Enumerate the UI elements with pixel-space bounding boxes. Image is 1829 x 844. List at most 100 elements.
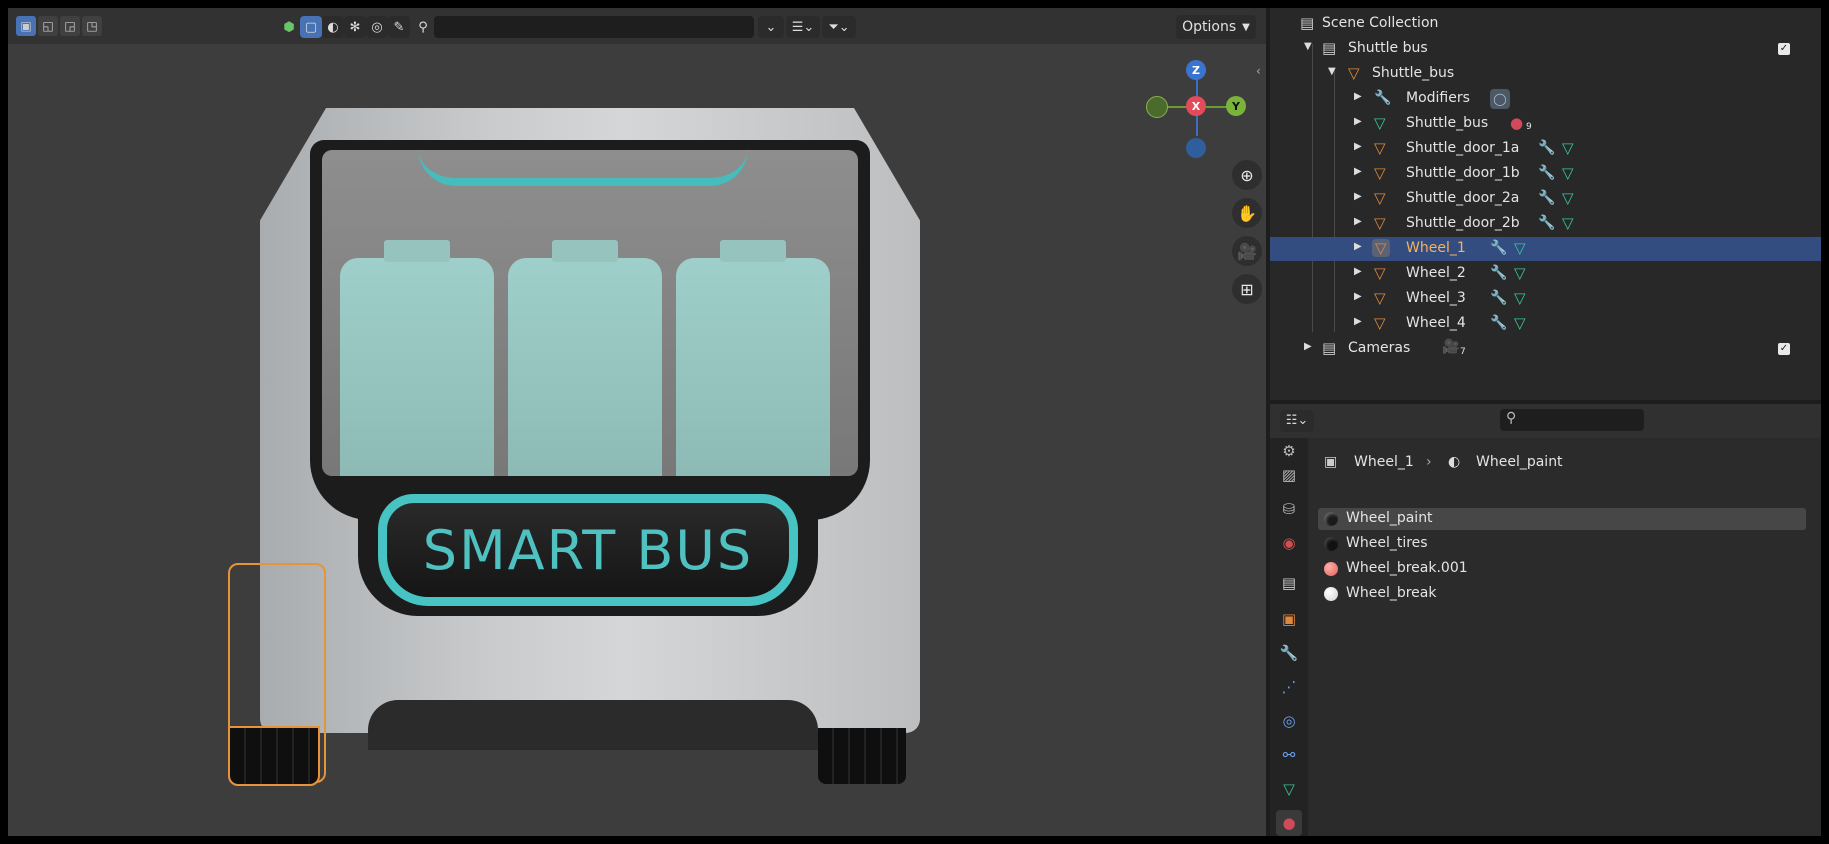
row-label: Wheel_2	[1406, 265, 1466, 281]
gizmo-neg-y-axis[interactable]	[1146, 96, 1168, 118]
expand-triangle-icon[interactable]: ▶	[1354, 291, 1362, 302]
breadcrumb-material: Wheel_paint	[1476, 454, 1563, 470]
modifier-icon[interactable]: ◯	[1490, 89, 1510, 109]
data-tab-icon[interactable]: ▽	[1276, 776, 1302, 802]
material-slot[interactable]: Wheel_break	[1318, 583, 1806, 605]
gizmo-y-axis[interactable]: Y	[1226, 96, 1246, 116]
row-label: Wheel_4	[1406, 315, 1466, 331]
outliner-row-door-1b[interactable]: ▶ ▽ Shuttle_door_1b 🔧 ▽ 👁	[1270, 162, 1821, 186]
properties-search[interactable]: ⚲	[1500, 409, 1644, 431]
outliner-row-modifiers[interactable]: ▶ 🔧 Modifiers ◯	[1270, 87, 1821, 111]
wrench-icon: 🔧	[1538, 165, 1556, 181]
options-label: Options	[1182, 19, 1237, 35]
material-slot[interactable]: Wheel_paint	[1318, 508, 1806, 530]
search-input-wrap[interactable]	[434, 16, 754, 39]
material-preview-icon	[1324, 537, 1338, 551]
material-label: Wheel_tires	[1346, 535, 1428, 551]
select-intersect-icon[interactable]: ◳	[82, 16, 102, 36]
output-tab-icon[interactable]: ⛁	[1276, 496, 1302, 522]
gizmo-x-axis[interactable]: X	[1186, 96, 1206, 116]
world-tab-icon[interactable]: ◉	[1276, 530, 1302, 556]
wrench-icon: 🔧	[1490, 240, 1508, 256]
expand-triangle-icon[interactable]: ▶	[1354, 216, 1362, 227]
collection-checkbox[interactable]: ✓	[1778, 43, 1790, 55]
expand-triangle-icon[interactable]: ▶	[1354, 141, 1362, 152]
filter-icon[interactable]: ⏷⌄	[822, 16, 856, 38]
outliner-row-wheel-2[interactable]: ▶ ▽ Wheel_2 🔧 ▽ 👁	[1270, 262, 1821, 286]
expand-triangle-icon[interactable]: ▼	[1304, 41, 1312, 52]
3d-viewport[interactable]: ▣ ◱ ◲ ◳ ⬢ ▢ ◐ ✻ ◎ ✎ ⚲ ⌄ ☰⌄ ⏷⌄ Options ▼	[8, 8, 1266, 836]
modifier-tab-icon[interactable]: 🔧	[1276, 640, 1302, 666]
material-slot[interactable]: Wheel_tires	[1318, 533, 1806, 555]
collection-checkbox[interactable]: ✓	[1778, 343, 1790, 355]
pan-hand-icon[interactable]: ✋	[1232, 198, 1262, 228]
expand-triangle-icon[interactable]: ▶	[1354, 241, 1362, 252]
shading-material-icon[interactable]: ◐	[322, 16, 344, 38]
outliner-row-door-1a[interactable]: ▶ ▽ Shuttle_door_1a 🔧 ▽ 👁	[1270, 137, 1821, 161]
row-label: Shuttle_door_1a	[1406, 140, 1520, 156]
filter-toggle-icon[interactable]: ⌄	[758, 16, 784, 38]
search-input[interactable]	[434, 16, 754, 39]
object-type-icon[interactable]: ⬢	[278, 16, 300, 38]
brush-icon[interactable]: ✎	[388, 16, 410, 38]
mesh-data-icon: ▽	[1514, 264, 1526, 282]
ortho-grid-icon[interactable]: ⊞	[1232, 274, 1262, 304]
outliner-row-shuttle-bus-mesh[interactable]: ▶ ▽ Shuttle_bus ● 9	[1270, 112, 1821, 136]
outliner-row-wheel-4[interactable]: ▶ ▽ Wheel_4 🔧 ▽ 👁	[1270, 312, 1821, 336]
render-tab-icon[interactable]: ▨	[1276, 462, 1302, 488]
navigation-gizmo[interactable]: Z X Y	[1146, 58, 1248, 168]
select-extend-icon[interactable]: ◱	[38, 16, 58, 36]
overlay-icon[interactable]: ◎	[366, 16, 388, 38]
outliner-row-wheel-1[interactable]: ▶ ▽ Wheel_1 🔧 ▽ 👁	[1270, 237, 1821, 261]
gizmo-neg-z-axis[interactable]	[1186, 138, 1206, 158]
expand-triangle-icon[interactable]: ▶	[1354, 116, 1362, 127]
bus-model[interactable]: SMART BUS	[228, 108, 928, 798]
expand-triangle-icon[interactable]: ▶	[1354, 191, 1362, 202]
collapse-arrow-icon[interactable]: ‹	[1256, 64, 1261, 78]
outliner-row-door-2a[interactable]: ▶ ▽ Shuttle_door_2a 🔧 ▽ 👁	[1270, 187, 1821, 211]
material-slot[interactable]: Wheel_break.001	[1318, 558, 1806, 580]
wrench-icon: 🔧	[1538, 190, 1556, 206]
bus-seat	[676, 240, 830, 476]
select-new-icon[interactable]: ▣	[16, 16, 36, 36]
chevron-down-icon: ▼	[1242, 21, 1250, 33]
gizmo-z-axis[interactable]: Z	[1186, 60, 1206, 80]
expand-triangle-icon[interactable]: ▶	[1354, 166, 1362, 177]
outliner-row-shuttle-bus-collection[interactable]: ▼ ▤ Shuttle bus ✓ 👁	[1270, 37, 1821, 61]
expand-triangle-icon[interactable]: ▶	[1354, 266, 1362, 277]
material-preview-icon	[1324, 512, 1338, 526]
display-mode-icon[interactable]: ☰⌄	[786, 16, 820, 38]
bus-bumper	[368, 700, 818, 750]
wrench-icon: 🔧	[1538, 140, 1556, 156]
physics-tab-icon[interactable]: ◎	[1276, 708, 1302, 734]
camera-icon: 🎥	[1442, 339, 1460, 355]
particles-tab-icon[interactable]: ⋰	[1276, 674, 1302, 700]
expand-triangle-icon[interactable]: ▼	[1328, 66, 1336, 77]
options-dropdown[interactable]: Options ▼	[1176, 15, 1256, 39]
collection-tab-icon[interactable]: ▤	[1276, 570, 1302, 596]
material-tab-icon[interactable]: ●	[1276, 810, 1302, 836]
camera-view-icon[interactable]: 🎥	[1232, 236, 1262, 266]
mesh-object-icon: ▽	[1374, 164, 1386, 182]
expand-triangle-icon[interactable]: ▶	[1304, 341, 1312, 352]
zoom-icon[interactable]: ⊕	[1232, 160, 1262, 190]
select-subtract-icon[interactable]: ◲	[60, 16, 80, 36]
expand-triangle-icon[interactable]: ▶	[1354, 316, 1362, 327]
wheel-left[interactable]	[228, 726, 320, 786]
expand-triangle-icon[interactable]: ▶	[1354, 91, 1362, 102]
object-tab-icon[interactable]: ▣	[1276, 606, 1302, 632]
wheel-right[interactable]	[818, 728, 906, 784]
constraints-tab-icon[interactable]: ⚯	[1276, 742, 1302, 768]
outliner-row-door-2b[interactable]: ▶ ▽ Shuttle_door_2b 🔧 ▽ 👁	[1270, 212, 1821, 236]
row-label: Shuttle_door_2a	[1406, 190, 1520, 206]
outliner-row-scene-collection[interactable]: ▤ Scene Collection	[1270, 12, 1821, 36]
outliner-row-wheel-3[interactable]: ▶ ▽ Wheel_3 🔧 ▽ 👁	[1270, 287, 1821, 311]
row-label: Shuttle_door_1b	[1406, 165, 1520, 181]
shading-solid-icon[interactable]: ▢	[300, 16, 322, 38]
tool-tab-icon[interactable]: ⚙	[1276, 438, 1302, 464]
outliner-row-cameras[interactable]: ▶ ▤ Cameras 🎥 7 ✓ 👁	[1270, 337, 1821, 361]
shading-render-icon[interactable]: ✻	[344, 16, 366, 38]
material-label: Wheel_break.001	[1346, 560, 1468, 576]
outliner-row-shuttle-bus-object[interactable]: ▼ ▽ Shuttle_bus 👁	[1270, 62, 1821, 86]
editor-type-icon[interactable]: ☷⌄	[1280, 410, 1314, 432]
